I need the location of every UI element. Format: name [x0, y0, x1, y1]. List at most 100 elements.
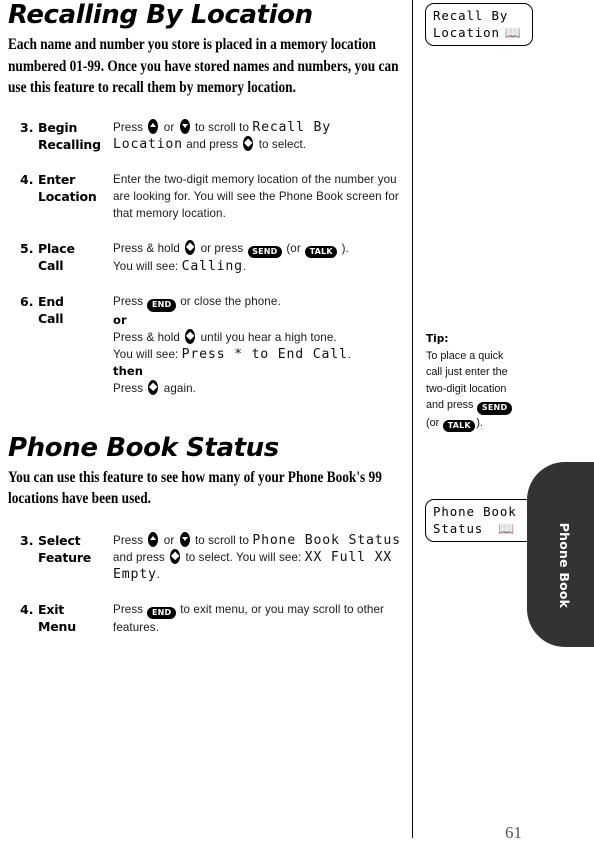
step-number: 3.	[20, 119, 34, 135]
step-body-connector-then: then	[113, 363, 144, 378]
up-arrow-key-icon	[148, 118, 159, 134]
step-body-text: to scroll to	[194, 120, 250, 134]
step-label-line2: Call	[38, 311, 64, 326]
down-arrow-key-icon	[179, 531, 190, 547]
select-diamond-key-icon	[243, 135, 254, 151]
step-body-line: Press & hold or press SEND (or TALK ).	[113, 239, 404, 258]
step-body: Press or to scroll to Phone Book Status …	[113, 531, 404, 583]
tip-body: To place a quick call just enter the two…	[426, 348, 518, 433]
step-number: 5.	[20, 240, 34, 256]
step-body: Press END or close the phone. or Press &…	[113, 293, 404, 397]
step-body-text: Enter the two-digit memory location of t…	[113, 172, 399, 220]
step-number: 6.	[20, 294, 34, 309]
step-label-line1: Enter	[38, 171, 76, 187]
step-item: 5. Place Call Press & hold or press SEND…	[8, 239, 404, 276]
page-title: Recalling By Location	[8, 0, 313, 30]
select-diamond-key-icon	[170, 548, 181, 564]
lcd-phrase: Press * to End Call	[181, 346, 348, 362]
step-label-line1: End	[38, 294, 64, 309]
send-button-icon: SEND	[477, 402, 512, 415]
step-body-text: .	[347, 347, 352, 361]
tip-heading: Tip:	[426, 333, 449, 345]
step-label-line1: Place	[38, 240, 75, 256]
manual-page: Recalling By Location Each name and numb…	[0, 0, 594, 850]
step-body: Press & hold or press SEND (or TALK ). Y…	[113, 239, 404, 276]
thumb-tab-phone-book: Phone Book	[527, 462, 594, 647]
step-item: 4. Exit Menu Press END to exit menu, or …	[8, 601, 404, 637]
up-arrow-key-icon	[148, 531, 159, 547]
step-body-text: until you hear a high tone.	[200, 330, 337, 344]
step-item: 3. Begin Recalling Press or to scroll to…	[8, 118, 404, 153]
step-body-text: and press	[186, 137, 239, 151]
step-body-text: Press & hold	[113, 330, 180, 344]
step-label: Enter Location	[38, 171, 116, 205]
down-arrow-key-icon	[179, 118, 190, 134]
select-diamond-key-icon	[148, 379, 159, 395]
step-body-text: to scroll to	[194, 533, 250, 547]
step-body-text: to select. You will see:	[185, 550, 302, 564]
lcd-screen-line1: Phone Book	[433, 504, 517, 519]
tip-body-text: (or	[426, 416, 440, 429]
step-body-text: to select.	[258, 137, 307, 151]
step-label: Place Call	[38, 240, 116, 274]
step-label-line2: Menu	[38, 618, 76, 634]
step-body-text: or	[163, 120, 175, 134]
step-body-text: (or	[286, 241, 301, 255]
book-icon: 📖	[499, 26, 523, 41]
end-button-icon: END	[147, 299, 176, 312]
step-label-line1: Begin	[38, 119, 78, 135]
lcd-phrase: Calling	[181, 259, 243, 274]
step-body-text: .	[242, 260, 247, 273]
step-label-line2: Call	[38, 257, 64, 273]
step-label: End Call	[38, 293, 116, 327]
step-body-line: You will see: Press * to End Call.	[113, 346, 404, 363]
step-item: 6. End Call Press END or close the phone…	[8, 293, 404, 397]
step-body-text: and press	[113, 550, 165, 564]
step-body-text: ).	[341, 241, 349, 255]
step-body-text: Press	[113, 602, 144, 616]
main-content-column: Recalling By Location Each name and numb…	[8, 0, 404, 636]
step-body-text: Press	[113, 533, 144, 547]
lcd-screen-line2-text: Location	[433, 25, 500, 40]
step-label-line1: Exit	[38, 601, 65, 617]
tip-body-text: ).	[476, 416, 483, 429]
step-body-connector-or: or	[113, 312, 127, 327]
step-body: Press or to scroll to Recall By Location…	[113, 118, 404, 153]
lcd-screen-recall-by-location: Recall By Location 📖	[425, 3, 533, 46]
step-body-line: Press & hold until you hear a high tone.	[113, 328, 404, 346]
step-label-line1: Select	[38, 532, 81, 548]
select-diamond-key-icon	[185, 328, 196, 344]
page-number: 61	[505, 823, 522, 842]
section-intro-paragraph: Each name and number you store is placed…	[8, 36, 399, 96]
step-body: Press END to exit menu, or you may scrol…	[113, 601, 404, 637]
step-body-line: Press END or close the phone.	[113, 293, 404, 312]
step-body-text: Press	[113, 295, 144, 308]
step-body-text: .	[156, 567, 161, 581]
step-number: 4.	[20, 601, 34, 617]
talk-button-icon: TALK	[443, 419, 476, 433]
step-body-text: or	[163, 533, 175, 547]
step-body-text: Press	[113, 381, 144, 395]
step-number: 4.	[20, 171, 34, 187]
step-label: Select Feature	[38, 532, 116, 566]
step-label-line2: Feature	[38, 549, 92, 565]
lcd-screen-line1: Recall By	[433, 8, 509, 23]
step-body-text: or close the phone.	[180, 295, 281, 308]
step-body-text: You will see:	[113, 347, 179, 361]
end-button-icon: END	[147, 606, 176, 619]
step-item: 3. Select Feature Press or to scroll to …	[8, 531, 404, 583]
step-label: Exit Menu	[38, 601, 116, 635]
lcd-screen-line2: Location 📖	[433, 24, 526, 41]
margin-column: Recall By Location 📖 Tip: To place a qui…	[413, 0, 594, 850]
step-body: Enter the two-digit memory location of t…	[113, 171, 404, 222]
step-item: 4. Enter Location Enter the two-digit me…	[8, 171, 404, 222]
step-label: Begin Recalling	[38, 119, 116, 153]
step-number: 3.	[20, 532, 34, 548]
thumb-tab-label: Phone Book	[557, 522, 572, 609]
section-intro-paragraph: You can use this feature to see how many…	[8, 468, 382, 508]
step-body-text: Press & hold	[113, 241, 180, 255]
lcd-phrase: Phone Book Status	[252, 532, 401, 548]
section-title-phone-book-status: Phone Book Status	[8, 432, 279, 463]
step-body-text: Press	[113, 120, 144, 134]
step-body-line: Press again.	[113, 379, 404, 397]
